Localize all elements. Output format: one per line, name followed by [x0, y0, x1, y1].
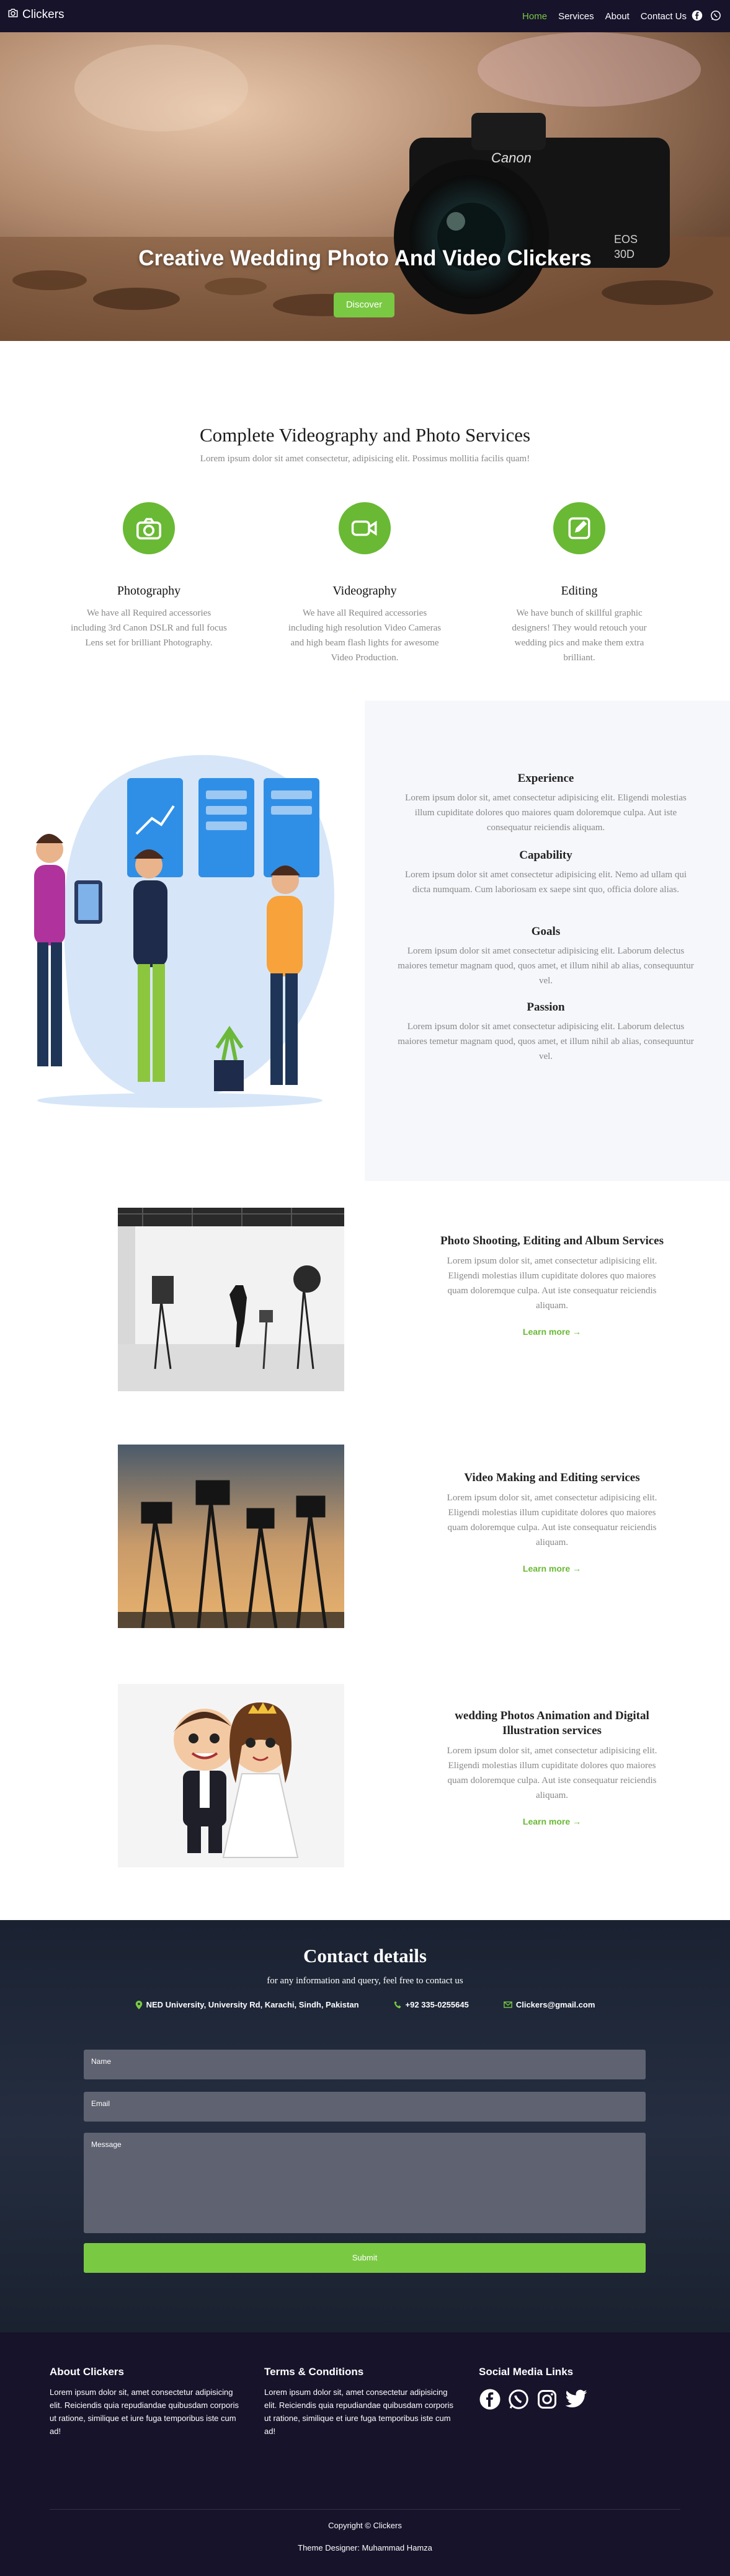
- camera-icon: [7, 8, 19, 22]
- edit-icon: [553, 502, 605, 554]
- feature-text: Lorem ipsum dolor sit, amet consectetur …: [447, 1256, 657, 1311]
- service-text: We have bunch of skillful graphic design…: [512, 608, 647, 663]
- service-card-editing: Editing We have bunch of skillful graphi…: [486, 502, 672, 665]
- feature-video-making: Video Making and Editing services Lorem …: [434, 1471, 670, 1573]
- about-item-experience: Experience Lorem ipsum dolor sit, amet c…: [397, 772, 695, 835]
- about-item-title: Passion: [527, 1001, 565, 1014]
- feature-text: Lorem ipsum dolor sit, amet consectetur …: [447, 1493, 657, 1547]
- nav-social: [692, 10, 721, 24]
- nav-links: Home Services About Contact Us: [522, 11, 687, 22]
- service-card-videography: Videography We have all Required accesso…: [272, 502, 458, 665]
- footer-divider: [50, 2509, 680, 2510]
- svg-text:Canon: Canon: [491, 150, 532, 166]
- about-item-passion: Passion Lorem ipsum dolor sit amet conse…: [397, 1001, 695, 1064]
- message-field[interactable]: Message: [84, 2133, 646, 2233]
- service-text: We have all Required accessories includi…: [288, 608, 442, 663]
- submit-button[interactable]: Submit: [84, 2243, 646, 2273]
- email-field[interactable]: Email: [84, 2092, 646, 2122]
- brand-logo[interactable]: Clickers: [7, 8, 65, 22]
- nav-link-home[interactable]: Home: [522, 11, 547, 22]
- about-item-text: Lorem ipsum dolor sit amet consectetur a…: [404, 870, 687, 895]
- svg-text:EOS: EOS: [614, 233, 638, 246]
- nav-link-about[interactable]: About: [605, 11, 630, 22]
- footer-about: About Clickers Lorem ipsum dolor sit, am…: [50, 2366, 242, 2438]
- copyright: Copyright © Clickers: [328, 2521, 402, 2530]
- contact-address: NED University, University Rd, Karachi, …: [135, 2000, 359, 2009]
- service-title: Videography: [332, 584, 397, 598]
- footer-terms-title[interactable]: Terms & Conditions: [264, 2366, 456, 2378]
- name-field[interactable]: Name: [84, 2050, 646, 2079]
- learn-more-link[interactable]: Learn more →: [434, 1327, 670, 1337]
- footer-terms-text: Lorem ipsum dolor sit, amet consectetur …: [264, 2388, 453, 2436]
- feature-title: wedding Photos Animation and Digital Ill…: [455, 1709, 649, 1737]
- hero-title: Creative Wedding Photo And Video Clicker…: [138, 246, 592, 270]
- about-item-text: Lorem ipsum dolor sit amet consectetur a…: [398, 946, 694, 986]
- brand-name: Clickers: [22, 8, 65, 21]
- footer-about-text: Lorem ipsum dolor sit, amet consectetur …: [50, 2388, 239, 2436]
- contact-subtitle: for any information and query, feel free…: [267, 1976, 463, 1986]
- hero-banner: Canon EOS 30D Creative Wedding Photo And…: [0, 32, 730, 341]
- footer-social-title: Social Media Links: [479, 2366, 574, 2378]
- about-item-goals: Goals Lorem ipsum dolor sit amet consect…: [397, 925, 695, 988]
- video-icon: [339, 502, 391, 554]
- video-cameras-photo: [118, 1445, 344, 1628]
- services-subtitle: Lorem ipsum dolor sit amet consectetur, …: [200, 454, 530, 464]
- mail-icon: [504, 2001, 512, 2008]
- feature-photo-shooting: Photo Shooting, Editing and Album Servic…: [434, 1234, 670, 1337]
- services-title: Complete Videography and Photo Services: [199, 424, 531, 446]
- footer-social-icons: [479, 2388, 671, 2414]
- feature-title: Video Making and Editing services: [464, 1471, 640, 1484]
- about-item-title: Goals: [531, 925, 561, 938]
- contact-title: Contact details: [303, 1945, 427, 1967]
- about-item-text: Lorem ipsum dolor sit, amet consectetur …: [405, 793, 687, 833]
- contact-phone[interactable]: +92 335-0255645: [394, 2000, 469, 2009]
- footer-terms: Terms & Conditions Lorem ipsum dolor sit…: [264, 2366, 456, 2438]
- whatsapp-icon[interactable]: [507, 2388, 530, 2414]
- discover-button[interactable]: Discover: [334, 293, 394, 317]
- studio-photo: [118, 1208, 344, 1391]
- feature-text: Lorem ipsum dolor sit, amet consectetur …: [447, 1746, 657, 1800]
- nav-link-services[interactable]: Services: [558, 11, 594, 22]
- theme-designer: Theme Designer: Muhammad Hamza: [298, 2543, 432, 2552]
- whatsapp-icon[interactable]: [710, 10, 721, 24]
- team-illustration: [0, 701, 365, 1181]
- facebook-icon[interactable]: [479, 2388, 501, 2414]
- feature-wedding-animation: wedding Photos Animation and Digital Ill…: [434, 1709, 670, 1826]
- navbar: Clickers Home Services About Contact Us: [0, 0, 730, 32]
- wedding-cartoon-illustration: [118, 1684, 344, 1867]
- service-text: We have all Required accessories includi…: [71, 608, 227, 648]
- camera-icon: [123, 502, 175, 554]
- feature-title: Photo Shooting, Editing and Album Servic…: [440, 1234, 664, 1247]
- contact-email[interactable]: Clickers@gmail.com: [504, 2000, 595, 2009]
- instagram-icon[interactable]: [536, 2388, 558, 2414]
- about-item-title: Capability: [519, 849, 572, 862]
- facebook-icon[interactable]: [692, 10, 703, 24]
- footer-about-title: About Clickers: [50, 2366, 124, 2378]
- service-card-photography: Photography We have all Required accesso…: [56, 502, 242, 650]
- nav-link-contact[interactable]: Contact Us: [641, 11, 687, 22]
- phone-icon: [394, 2001, 402, 2009]
- about-item-title: Experience: [517, 772, 574, 785]
- about-item-text: Lorem ipsum dolor sit amet consectetur a…: [398, 1022, 694, 1061]
- learn-more-link[interactable]: Learn more →: [434, 1817, 670, 1826]
- learn-more-link[interactable]: Learn more →: [434, 1564, 670, 1573]
- twitter-icon[interactable]: [564, 2388, 588, 2414]
- location-icon: [135, 2000, 143, 2009]
- contact-info: NED University, University Rd, Karachi, …: [0, 2000, 730, 2009]
- service-title: Photography: [117, 584, 181, 598]
- footer-social: Social Media Links: [479, 2366, 671, 2414]
- service-title: Editing: [561, 584, 598, 598]
- about-item-capability: Capability Lorem ipsum dolor sit amet co…: [397, 849, 695, 897]
